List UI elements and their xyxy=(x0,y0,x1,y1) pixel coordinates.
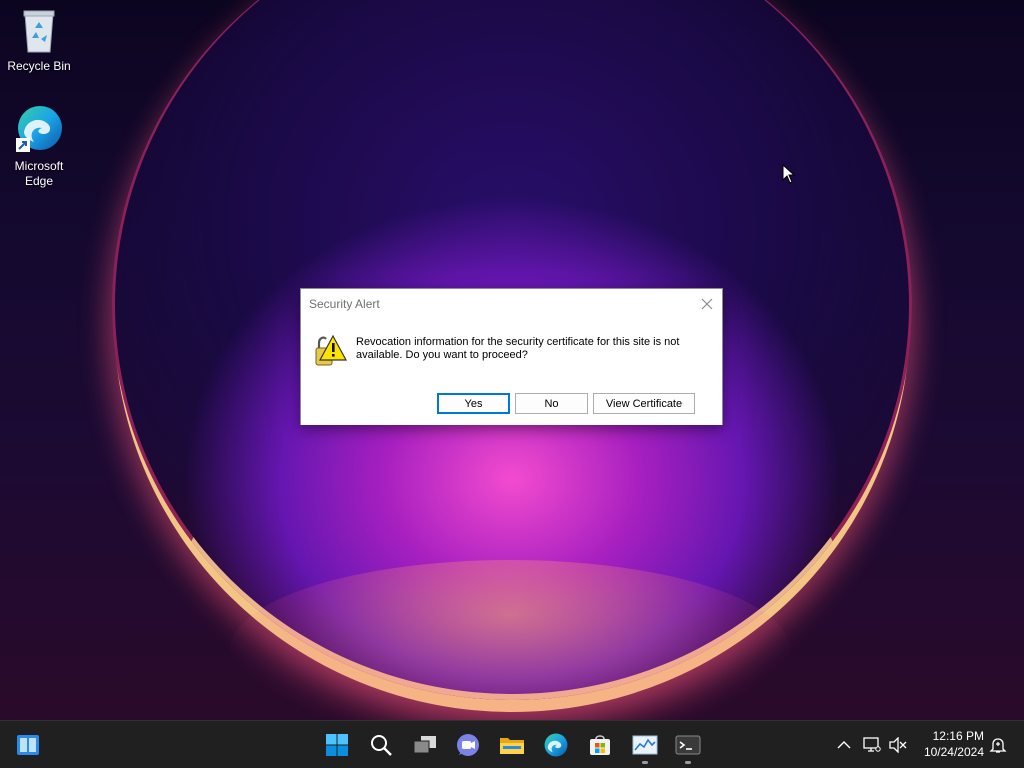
chat-button[interactable] xyxy=(448,721,488,768)
edge-taskbar-button[interactable] xyxy=(536,721,576,768)
store-icon xyxy=(590,734,610,755)
clock-time: 12:16 PM xyxy=(932,729,984,743)
task-manager-button[interactable] xyxy=(625,721,665,768)
clock-date: 10/24/2024 xyxy=(923,745,984,759)
volume-muted-icon xyxy=(889,736,907,753)
task-view-button[interactable] xyxy=(405,721,445,768)
terminal-icon xyxy=(675,735,701,754)
recycle-bin-icon xyxy=(23,10,55,53)
security-alert-lock-icon xyxy=(315,334,347,366)
search-icon xyxy=(371,734,392,756)
search-button[interactable] xyxy=(361,721,401,768)
notification-icon xyxy=(989,737,1007,753)
file-explorer-button[interactable] xyxy=(492,721,532,768)
network-icon xyxy=(863,736,881,752)
dialog-titlebar[interactable]: Security Alert xyxy=(301,289,722,319)
volume-button[interactable] xyxy=(886,721,910,768)
close-icon xyxy=(701,298,713,310)
file-explorer-icon xyxy=(500,737,524,754)
desktop-icon-recycle-bin[interactable]: Recycle Bin xyxy=(1,8,77,74)
widgets-button[interactable] xyxy=(8,721,48,768)
desktop-icon-label: Microsoft Edge xyxy=(1,159,77,189)
start-button[interactable] xyxy=(317,721,357,768)
store-button[interactable] xyxy=(580,721,620,768)
chevron-up-icon xyxy=(837,740,851,748)
show-hidden-icons-button[interactable] xyxy=(832,721,856,768)
start-icon xyxy=(326,733,348,756)
close-button[interactable] xyxy=(696,293,718,315)
edge-icon xyxy=(544,733,568,756)
desktop-icon-label: Recycle Bin xyxy=(7,59,71,73)
task-manager-icon xyxy=(632,735,658,754)
yes-button[interactable]: Yes xyxy=(437,393,510,414)
no-button[interactable]: No xyxy=(515,393,588,414)
desktop-icon-label-line: Edge xyxy=(24,174,54,188)
running-indicator xyxy=(642,761,648,764)
desktop-icon-label-line: Microsoft xyxy=(14,159,64,173)
terminal-button[interactable] xyxy=(668,721,708,768)
taskbar: 12:16 PM 10/24/2024 xyxy=(0,720,1024,768)
taskbar-clock[interactable]: 12:16 PM 10/24/2024 xyxy=(924,728,984,760)
task-view-icon xyxy=(413,735,436,753)
security-alert-dialog: Security Alert Revocation information fo… xyxy=(300,288,723,425)
network-button[interactable] xyxy=(860,721,884,768)
mouse-cursor-icon xyxy=(782,164,796,184)
notifications-button[interactable] xyxy=(986,721,1010,768)
edge-icon xyxy=(16,106,62,152)
view-certificate-button[interactable]: View Certificate xyxy=(593,393,695,414)
widgets-icon xyxy=(17,734,39,755)
desktop-icon-edge[interactable]: Microsoft Edge xyxy=(1,104,77,189)
dialog-message: Revocation information for the security … xyxy=(356,336,680,361)
dialog-title: Security Alert xyxy=(309,297,380,311)
running-indicator xyxy=(685,761,691,764)
chat-icon xyxy=(457,733,479,756)
